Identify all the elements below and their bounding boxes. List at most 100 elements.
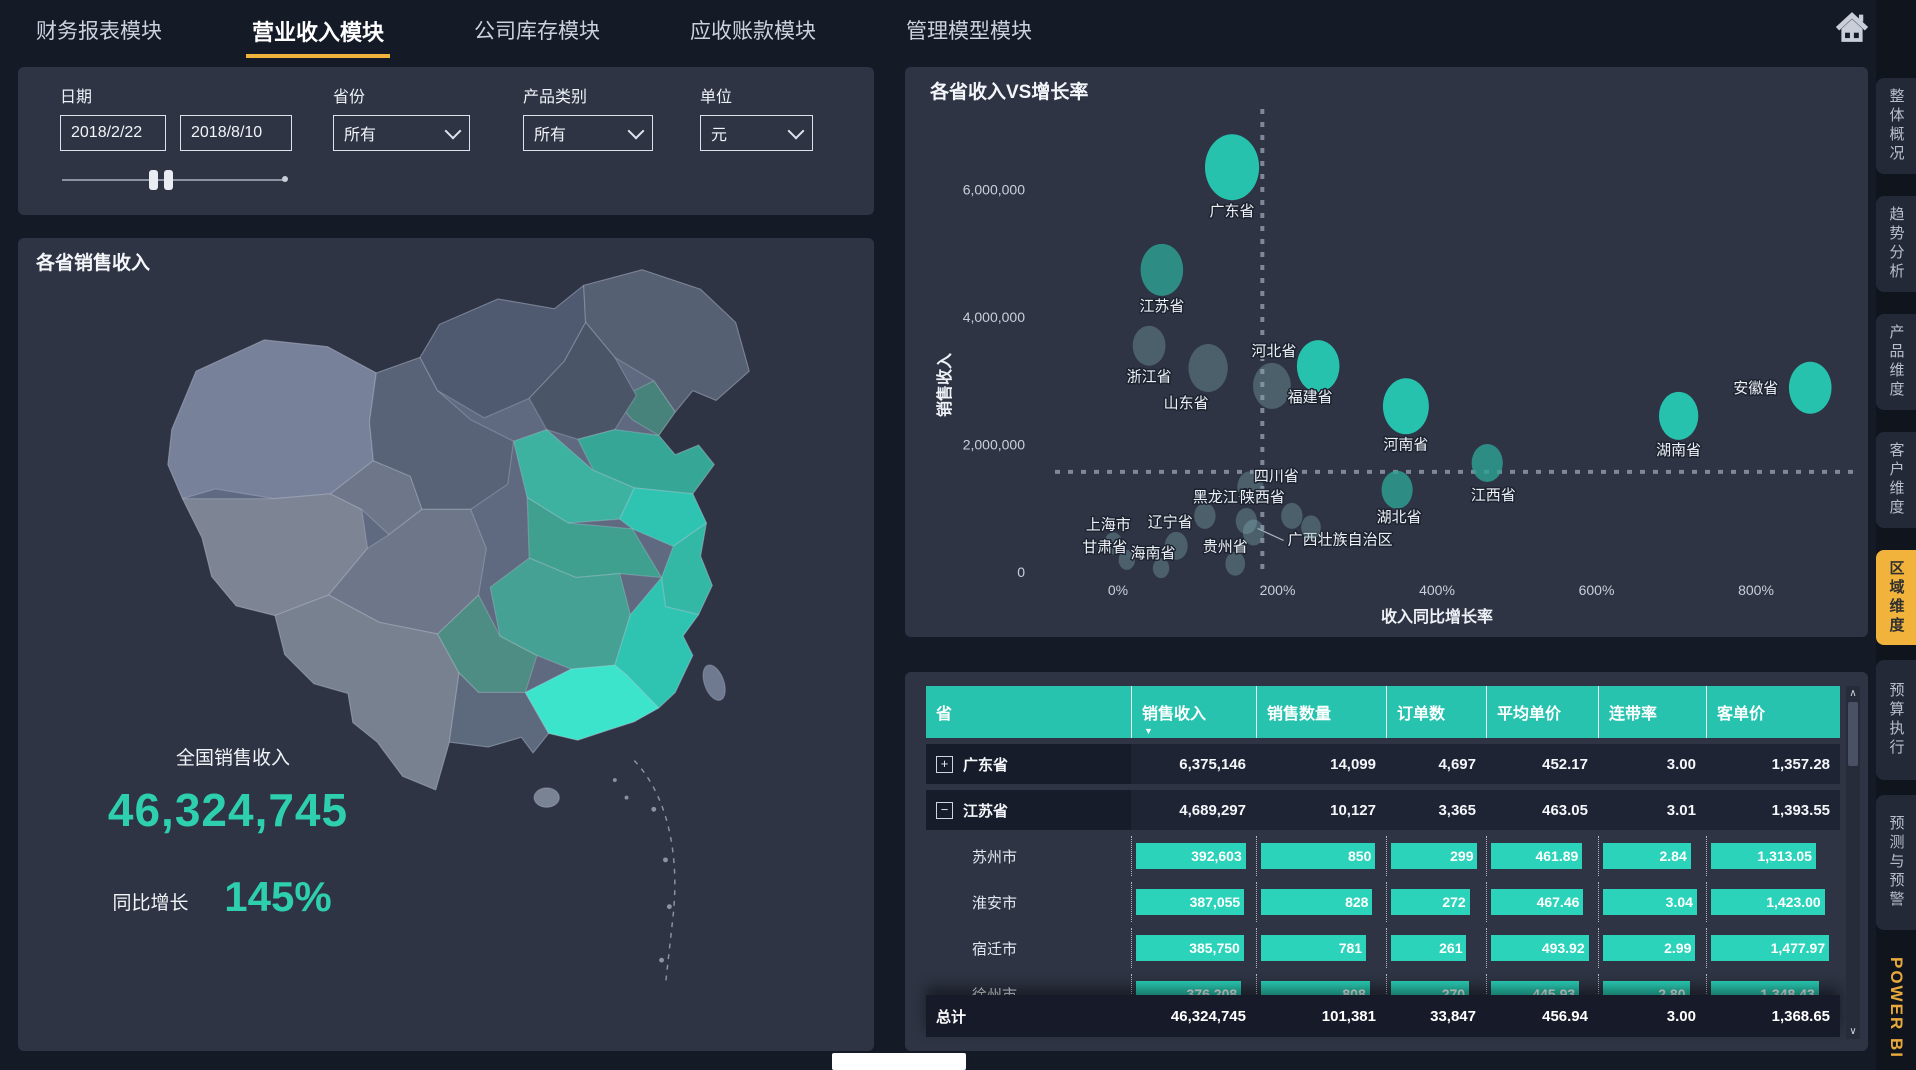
y-tick: 2,000,000 [963,437,1025,453]
bubble-河北省[interactable] [1253,363,1291,409]
bubble-label: 江苏省 [1139,298,1184,315]
footer-total-value: 456.94 [1486,995,1598,1037]
data-bar: 3.04 [1603,889,1697,915]
column-header-2[interactable]: 销售收入▼ [1131,686,1256,738]
bubble-江西省[interactable] [1472,444,1503,482]
data-bar: 2.99 [1603,935,1695,961]
footer-total-value: 101,381 [1256,995,1386,1037]
map-region-taiwan[interactable] [699,662,730,703]
sidebar-tab-5[interactable]: 区域维度 [1876,550,1916,645]
x-tick: 0% [1108,582,1128,598]
bubble-山东省[interactable] [1188,344,1227,392]
sidebar-tab-6[interactable]: 预算执行 [1876,660,1916,780]
table-header-row: 省销售收入▼销售数量订单数平均单价连带率客单价 [926,686,1840,738]
sidebar-tab-7[interactable]: 预测与预警 [1876,795,1916,930]
bubble-label: 安徽省 [1733,380,1778,397]
data-bar: 850 [1261,843,1375,869]
sidebar-tab-4[interactable]: 客户维度 [1876,432,1916,528]
column-header-4[interactable]: 订单数 [1386,686,1486,738]
table-row-苏州市[interactable]: 苏州市392,603850299461.892.841,313.05 [926,836,1840,876]
scatter-panel: 各省收入VS增长率 02,000,0004,000,0006,000,0000%… [905,67,1868,637]
bubble-江苏省[interactable] [1141,244,1184,296]
data-bar: 299 [1391,843,1477,869]
data-bar: 272 [1391,889,1470,915]
bubble-unlabeled-20[interactable] [1281,503,1302,529]
scroll-down-icon[interactable]: ∨ [1846,1026,1860,1037]
province-table: 省销售收入▼销售数量订单数平均单价连带率客单价 +广东省6,375,14614,0… [926,686,1840,1039]
bubble-label: 贵州省 [1203,539,1248,556]
nav-tab-1[interactable]: 财务报表模块 [30,13,168,52]
data-bar: 1,313.05 [1711,843,1816,869]
data-bar: 493.92 [1491,935,1589,961]
map-region-northwest[interactable] [168,340,376,499]
bubble-浙江省[interactable] [1133,326,1166,366]
bubble-广东省[interactable] [1205,134,1259,200]
date-from-input[interactable]: 2018/2/22 [60,115,166,151]
table-row-江苏省[interactable]: −江苏省4,689,29710,1273,365463.053.011,393.… [926,790,1840,830]
sidebar-tab-2[interactable]: 趋势分析 [1876,196,1916,292]
province-table-panel: 省销售收入▼销售数量订单数平均单价连带率客单价 +广东省6,375,14614,0… [905,672,1868,1051]
table-row-宿迁市[interactable]: 宿迁市385,750781261493.922.991,477.97 [926,928,1840,968]
home-icon[interactable] [1833,8,1871,46]
data-bar: 1,477.97 [1711,935,1829,961]
scroll-up-icon[interactable]: ∧ [1846,688,1860,699]
scatter-chart: 02,000,0004,000,0006,000,0000%200%400%60… [905,67,1868,637]
column-header-7[interactable]: 客单价 [1706,686,1840,738]
scrollbar-thumb[interactable] [1848,702,1858,766]
national-sales-label: 全国销售收入 [138,743,328,770]
yoy-growth-value: 145% [208,873,348,921]
bubble-label: 上海市 [1086,516,1131,533]
bubble-黑龙江省[interactable] [1194,503,1215,529]
province-dropdown[interactable]: 所有 [333,115,470,151]
sidebar-tab-3[interactable]: 产品维度 [1876,314,1916,410]
bubble-label: 湖南省 [1656,442,1701,459]
bubble-河南省[interactable] [1383,378,1429,434]
map-island-dots [613,778,672,963]
sort-desc-icon[interactable]: ▼ [1144,726,1153,736]
sidebar-tab-1[interactable]: 整体概况 [1876,78,1916,174]
nav-tab-3[interactable]: 公司库存模块 [468,13,606,52]
bubble-label: 海南省 [1131,545,1176,562]
y-axis-title: 销售收入 [935,353,954,417]
data-bar: 261 [1391,935,1466,961]
date-to-input[interactable]: 2018/8/10 [180,115,292,151]
date-slider-handle-end[interactable] [164,170,173,190]
bubble-label: 山东省 [1164,395,1209,412]
data-bar: 461.89 [1491,843,1582,869]
date-slider-track[interactable] [62,179,284,181]
page-indicator[interactable] [832,1053,966,1070]
yoy-growth-label: 同比增长 [103,888,198,915]
expand-icon[interactable]: + [936,756,953,773]
nav-tab-4[interactable]: 应收账款模块 [684,13,822,52]
nav-tab-5[interactable]: 管理模型模块 [900,13,1038,52]
table-row-广东省[interactable]: +广东省6,375,14614,0994,697452.173.001,357.… [926,744,1840,784]
bubble-广西壮族自治区[interactable] [1243,519,1264,545]
nav-tab-2[interactable]: 营业收入模块 [246,13,390,58]
bubble-湖南省[interactable] [1659,392,1698,440]
column-header-3[interactable]: 销售数量 [1256,686,1386,738]
date-label: 日期 [60,83,92,107]
bubble-安徽省[interactable] [1789,362,1832,414]
x-tick: 800% [1738,582,1774,598]
data-bar: 392,603 [1136,843,1246,869]
bubble-湖北省[interactable] [1382,471,1413,509]
category-dropdown-value: 所有 [534,121,566,145]
column-header-6[interactable]: 连带率 [1598,686,1706,738]
top-nav: 财务报表模块 营业收入模块 公司库存模块 应收账款模块 管理模型模块 [0,0,1868,55]
column-header-5[interactable]: 平均单价 [1486,686,1598,738]
unit-dropdown[interactable]: 元 [700,115,813,151]
category-dropdown[interactable]: 所有 [523,115,653,151]
collapse-icon[interactable]: − [936,802,953,819]
bubble-unlabeled-21[interactable] [1301,515,1321,539]
province-dropdown-value: 所有 [344,121,376,145]
table-scrollbar[interactable]: ∧ ∨ [1846,686,1860,1039]
table-footer-row: 总计46,324,745101,38133,847456.943.001,368… [926,995,1840,1037]
map-region-hainan[interactable] [534,788,559,807]
footer-total-label: 总计 [926,995,1131,1037]
column-header-1[interactable]: 省 [926,686,1131,738]
bubble-福建省[interactable] [1297,340,1340,392]
date-slider-end-dot [282,176,288,182]
date-slider-handle-start[interactable] [149,170,158,190]
table-row-淮安市[interactable]: 淮安市387,055828272467.463.041,423.00 [926,882,1840,922]
y-tick: 0 [1017,564,1025,580]
